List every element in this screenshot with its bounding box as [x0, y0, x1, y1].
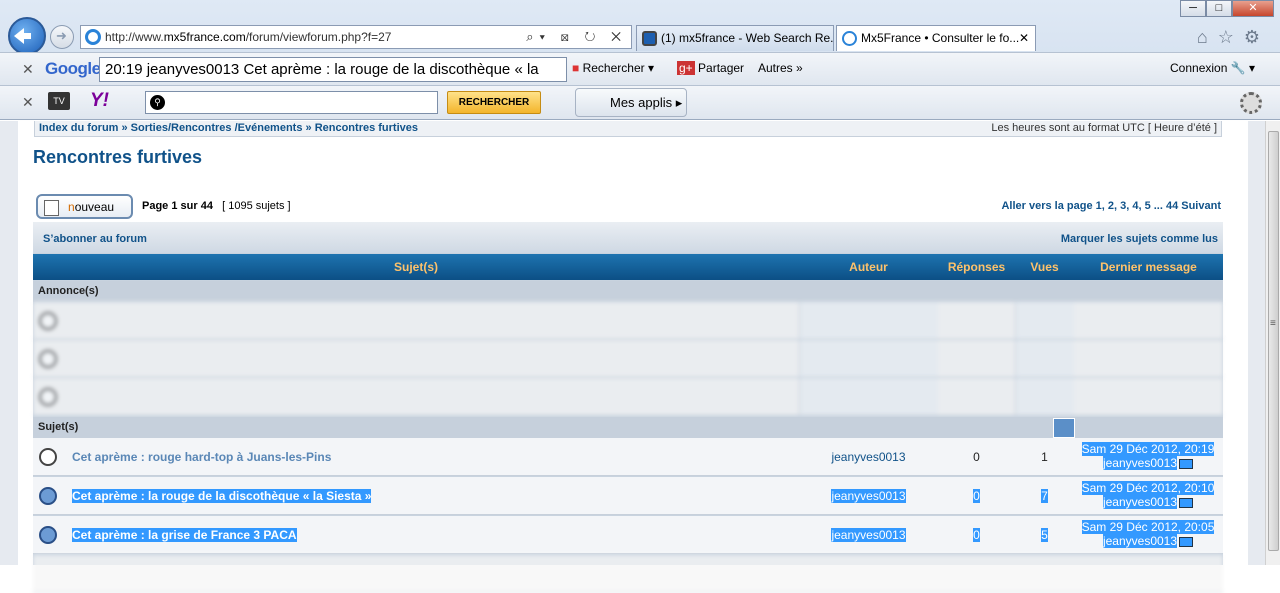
topic-replies: 0: [973, 528, 980, 542]
table-row[interactable]: Cet aprème : rouge hard-top à Juans-les-…: [33, 438, 1223, 476]
home-icon[interactable]: ⌂: [1197, 27, 1218, 47]
settings-gear-icon[interactable]: [1240, 92, 1262, 114]
forward-button[interactable]: [50, 25, 74, 49]
topic-read-icon: [39, 448, 57, 466]
page-info: Page 1 sur 44 [ 1095 sujets ]: [142, 200, 291, 212]
topic-views: 1: [1041, 450, 1048, 464]
wrench-icon[interactable]: 🔧: [1231, 61, 1246, 75]
login-button[interactable]: Connexion 🔧 ▾: [1170, 61, 1255, 75]
topic-replies: 0: [973, 489, 980, 503]
table-header: Sujet(s) Auteur Réponses Vues Dernier me…: [33, 254, 1223, 280]
browser-chrome: http://www.mx5france.com/forum/viewforum…: [0, 0, 1280, 120]
topic-author[interactable]: jeanyves0013: [799, 450, 938, 464]
topic-new-icon: [39, 526, 57, 544]
topic-title-link[interactable]: Cet aprème : rouge hard-top à Juans-les-…: [72, 450, 331, 464]
close-yahoo-toolbar-icon[interactable]: ✕: [22, 94, 34, 111]
col-views: Vues: [1030, 260, 1059, 274]
bing-icon: [642, 31, 657, 46]
view-last-post-icon[interactable]: [1179, 458, 1194, 469]
toolbar-icons: ⌂☆⚙: [1197, 27, 1270, 48]
ie-page-icon: [85, 29, 101, 45]
minimize-button[interactable]: ─: [1180, 0, 1206, 17]
topic-table: S’abonner au forum Marquer les sujets co…: [33, 222, 1223, 593]
search-icon: ⚲: [150, 95, 165, 110]
window-controls: ─ □ ✕: [1180, 0, 1274, 17]
table-row[interactable]: Cet aprème : la grise de France 3 PACA j…: [33, 516, 1223, 554]
scrollbar-thumb[interactable]: [1268, 131, 1279, 551]
announcements-header: Annonce(s): [33, 281, 1223, 302]
last-post-info[interactable]: Sam 29 Déc 2012, 20:10 jeanyves0013: [1075, 481, 1221, 509]
announcement-icon: [39, 388, 57, 406]
topic-new-icon: [39, 487, 57, 505]
close-tab-icon[interactable]: ✕: [1019, 31, 1029, 45]
close-toolbar-icon[interactable]: ✕: [22, 61, 34, 78]
back-button[interactable]: [8, 17, 46, 55]
page-viewport: Index du forum » Sorties/Rencontres /Evé…: [0, 121, 1265, 593]
topics-header: Sujet(s): [33, 417, 1223, 438]
new-topic-button[interactable]: nouveau: [36, 194, 133, 219]
col-replies: Réponses: [947, 260, 1006, 274]
col-author: Auteur: [849, 260, 888, 274]
share-button[interactable]: g+ Partager: [677, 61, 744, 75]
ie-tab-icon: [842, 31, 857, 46]
col-subject: Sujet(s): [393, 260, 438, 274]
topic-author[interactable]: jeanyves0013: [799, 528, 938, 542]
topic-replies: 0: [973, 450, 980, 464]
topic-views: 7: [1041, 489, 1048, 503]
my-apps-button[interactable]: Mes applis ▸: [575, 88, 687, 117]
last-post-info[interactable]: Sam 29 Déc 2012, 20:19 jeanyves0013: [1075, 442, 1221, 470]
topic-title-link[interactable]: Cet aprème : la grise de France 3 PACA: [72, 528, 297, 542]
google-search-button[interactable]: ■ Rechercher ▾: [572, 61, 654, 75]
more-button[interactable]: Autres »: [758, 61, 803, 75]
announcement-row[interactable]: [33, 378, 1223, 416]
view-last-post-icon[interactable]: [1179, 497, 1194, 508]
topic-views: 5: [1041, 528, 1048, 542]
subscribe-link[interactable]: S’abonner au forum: [43, 233, 147, 245]
topic-author[interactable]: jeanyves0013: [799, 489, 938, 503]
tab-mx5france[interactable]: Mx5France • Consulter le fo... ✕: [836, 25, 1036, 51]
yahoo-search-button[interactable]: RECHERCHER: [447, 91, 541, 114]
yahoo-logo[interactable]: Y!: [90, 90, 109, 112]
announcement-icon: [39, 350, 57, 368]
announcement-row[interactable]: [33, 340, 1223, 378]
url-text: http://www.mx5france.com/forum/viewforum…: [105, 30, 392, 44]
last-post-info[interactable]: Sam 29 Déc 2012, 20:05 jeanyves0013: [1075, 520, 1221, 548]
tools-gear-icon[interactable]: ⚙: [1244, 27, 1270, 47]
address-controls[interactable]: ⌕▾ ⊠ ↻ ✕: [526, 29, 627, 45]
yahoo-toolbar: ✕ TV Y! ⚲ RECHERCHER Mes applis ▸: [0, 85, 1280, 119]
announcement-icon: [39, 312, 57, 330]
page-title: Rencontres furtives: [33, 147, 203, 167]
maximize-button[interactable]: □: [1206, 0, 1232, 17]
navigation-row: http://www.mx5france.com/forum/viewforum…: [0, 0, 1280, 55]
timezone-note: Les heures sont au format UTC [ Heure d’…: [991, 122, 1217, 134]
tab-web-search[interactable]: (1) mx5france - Web Search Re...: [636, 25, 834, 51]
view-last-post-icon[interactable]: [1179, 536, 1194, 547]
jump-arrow-icon[interactable]: [1053, 418, 1075, 438]
col-last-post: Dernier message: [1100, 260, 1197, 274]
announcement-row[interactable]: [33, 302, 1223, 340]
google-search-input[interactable]: 20:19 jeanyves0013 Cet aprème : la rouge…: [99, 57, 567, 82]
table-row[interactable]: [33, 555, 1223, 593]
topic-title-link[interactable]: Cet aprème : la rouge de la discothèque …: [72, 489, 372, 503]
address-bar[interactable]: http://www.mx5france.com/forum/viewforum…: [80, 25, 632, 49]
breadcrumb[interactable]: Index du forum » Sorties/Rencontres /Evé…: [34, 121, 1222, 137]
yahoo-search-input[interactable]: ⚲: [145, 91, 438, 114]
mark-read-link[interactable]: Marquer les sujets comme lus: [1061, 233, 1218, 245]
pagination[interactable]: Aller vers la page 1, 2, 3, 4, 5 ... 44 …: [1001, 200, 1221, 212]
google-plus-icon: g+: [677, 61, 695, 75]
close-window-button[interactable]: ✕: [1232, 0, 1274, 17]
table-row[interactable]: Cet aprème : la rouge de la discothèque …: [33, 477, 1223, 515]
forum-content: Index du forum » Sorties/Rencontres /Evé…: [18, 121, 1248, 593]
favorites-star-icon[interactable]: ☆: [1218, 27, 1244, 47]
forum-actions-bar: S’abonner au forum Marquer les sujets co…: [33, 222, 1223, 253]
vertical-scrollbar[interactable]: [1265, 121, 1280, 565]
google-toolbar: ✕ Google 20:19 jeanyves0013 Cet aprème :…: [0, 52, 1280, 86]
tv-icon[interactable]: TV: [48, 92, 70, 110]
google-search-icon: ■: [572, 61, 580, 75]
google-logo: Google: [45, 59, 101, 78]
